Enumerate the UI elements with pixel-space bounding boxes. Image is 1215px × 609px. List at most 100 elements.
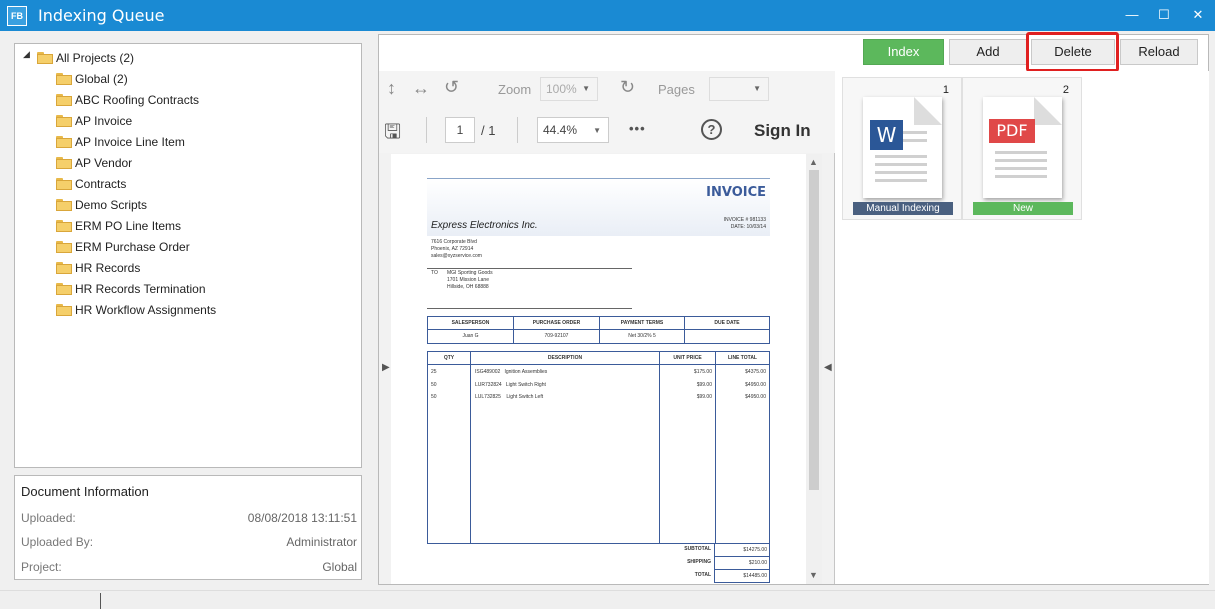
tree-item-label: AP Invoice Line Item [75,135,185,149]
tree-item[interactable]: AP Vendor [56,154,132,172]
index-button[interactable]: Index [863,39,944,65]
collapse-caret-icon[interactable]: ◢ [23,49,30,60]
tree-item-label: HR Records [75,261,141,275]
maximize-button[interactable]: ☐ [1146,0,1182,31]
app-icon: FB [7,6,27,26]
tree-item[interactable]: ABC Roofing Contracts [56,91,199,109]
total-value: $14485.00 [743,573,767,579]
tree-item[interactable]: HR Records [56,259,140,277]
toolbar-divider [426,117,427,143]
folder-icon [56,220,72,232]
rotate-icon[interactable]: ↺ [444,77,459,98]
status-bar [0,590,1215,609]
invoice-meta-table: SALESPERSON PURCHASE ORDER PAYMENT TERMS… [427,316,770,344]
tree-item[interactable]: ERM Purchase Order [56,238,190,256]
scroll-up-icon[interactable]: ▲ [809,157,818,167]
tree-item[interactable]: Contracts [56,175,126,193]
thumbnail-status: Manual Indexing [853,202,953,215]
project-label: Project: [21,560,62,574]
collapse-left-arrow-icon[interactable]: ▶ [382,362,390,373]
viewer-toolbar-top: ↕ ↔ ↺ Zoom 100% ▼ ↻ Pages ▼ [379,71,835,107]
scale-select[interactable]: 44.4% ▼ [537,117,609,143]
item-unit-price: $175.00 [693,369,712,375]
thumbnail-number: 1 [942,84,949,96]
tree-item-label: ERM Purchase Order [75,240,190,254]
item-line-total: $4950.00 [745,394,766,400]
page-number-input[interactable]: 1 [445,117,475,143]
tree-item[interactable]: AP Invoice [56,112,132,130]
item-description: LUL732825 Light Switch Left [475,394,544,400]
thumbnail-document-2[interactable]: 2 PDF New [962,77,1082,220]
item-header: DESCRIPTION [547,355,583,361]
refresh-icon[interactable]: ↻ [620,77,635,98]
fit-width-icon[interactable]: ↔ [412,78,430,99]
folder-icon [56,94,72,106]
folder-icon [56,115,72,127]
tree-item[interactable]: HR Records Termination [56,280,206,298]
sign-in-button[interactable]: Sign In [754,121,811,141]
folder-icon [56,304,72,316]
folder-icon [56,283,72,295]
help-icon[interactable]: ? [701,119,722,140]
tree-item-label: All Projects (2) [56,51,135,65]
save-icon[interactable]: 🖫 [384,117,401,151]
document-scrollbar[interactable]: ▲ ▼ [806,154,822,584]
tree-item-label: ABC Roofing Contracts [75,93,200,107]
invoice-date: DATE: 10/03/14 [730,224,766,230]
window-title: Indexing Queue [38,6,165,25]
meta-header: SALESPERSON [451,320,490,326]
more-options-icon[interactable]: ••• [629,121,646,136]
minimize-button[interactable]: — [1114,0,1150,31]
tree-item-label: AP Invoice [75,114,133,128]
reload-button[interactable]: Reload [1120,39,1198,65]
tree-item[interactable]: Global (2) [56,70,128,88]
add-button[interactable]: Add [949,39,1027,65]
chevron-down-icon: ▼ [593,126,601,135]
item-line-total: $4950.00 [745,382,766,388]
address-line: Phoenix, AZ 72914 [431,246,474,252]
invoice-title: INVOICE [706,185,766,200]
shipping-label: SHIPPING [687,559,711,565]
viewer-toolbar-bottom: 🖫 1 / 1 44.4% ▼ ••• ? Sign In [379,107,835,153]
tree-item[interactable]: ERM PO Line Items [56,217,181,235]
item-qty: 50 [431,382,437,388]
status-divider [100,593,101,609]
tree-item-label: Contracts [75,177,127,191]
meta-header: PAYMENT TERMS [620,320,664,326]
scroll-down-icon[interactable]: ▼ [809,570,818,580]
document-information-panel: Document Information Uploaded: 08/08/201… [14,475,362,580]
item-description: LUR732824 Light Switch Right [475,382,546,388]
word-badge: W [870,120,903,150]
tree-item[interactable]: AP Invoice Line Item [56,133,185,151]
project-value: Global [322,560,357,574]
tree-item-label: HR Records Termination [75,282,206,296]
zoom-select[interactable]: 100% ▼ [540,77,598,101]
title-bar: FB Indexing Queue — ☐ ✕ [0,0,1215,31]
scrollbar-thumb[interactable] [809,170,819,490]
total-label: TOTAL [694,572,711,578]
folder-icon [56,241,72,253]
collapse-right-arrow-icon[interactable]: ◀ [824,362,832,373]
item-qty: 50 [431,394,437,400]
tree-item[interactable]: Demo Scripts [56,196,147,214]
tree-item-label: ERM PO Line Items [75,219,182,233]
tree-item-label: Demo Scripts [75,198,148,212]
meta-value: Juan G [462,333,479,339]
company-address: 7616 Corporate Blvd Phoenix, AZ 72914 sa… [431,239,482,260]
item-header: UNIT PRICE [673,355,702,361]
invoice-header: INVOICE Express Electronics Inc. INVOICE… [427,178,770,236]
invoice-company: Express Electronics Inc. [431,220,538,231]
tree-item-all-projects[interactable]: All Projects (2) [37,49,134,67]
close-button[interactable]: ✕ [1180,0,1215,31]
tree-item[interactable]: HR Workflow Assignments [56,301,216,319]
pages-select[interactable]: ▼ [709,77,769,101]
folder-icon [56,136,72,148]
uploaded-value: 08/08/2018 13:11:51 [247,511,357,525]
uploaded-by-row: Uploaded By: Administrator [21,535,357,549]
item-unit-price: $99.00 [696,382,712,388]
folder-icon [56,262,72,274]
project-row: Project: Global [21,560,357,574]
fit-height-icon[interactable]: ↕ [387,78,396,99]
folder-icon [37,52,53,64]
thumbnail-document-1[interactable]: 1 W Manual Indexing [842,77,962,220]
